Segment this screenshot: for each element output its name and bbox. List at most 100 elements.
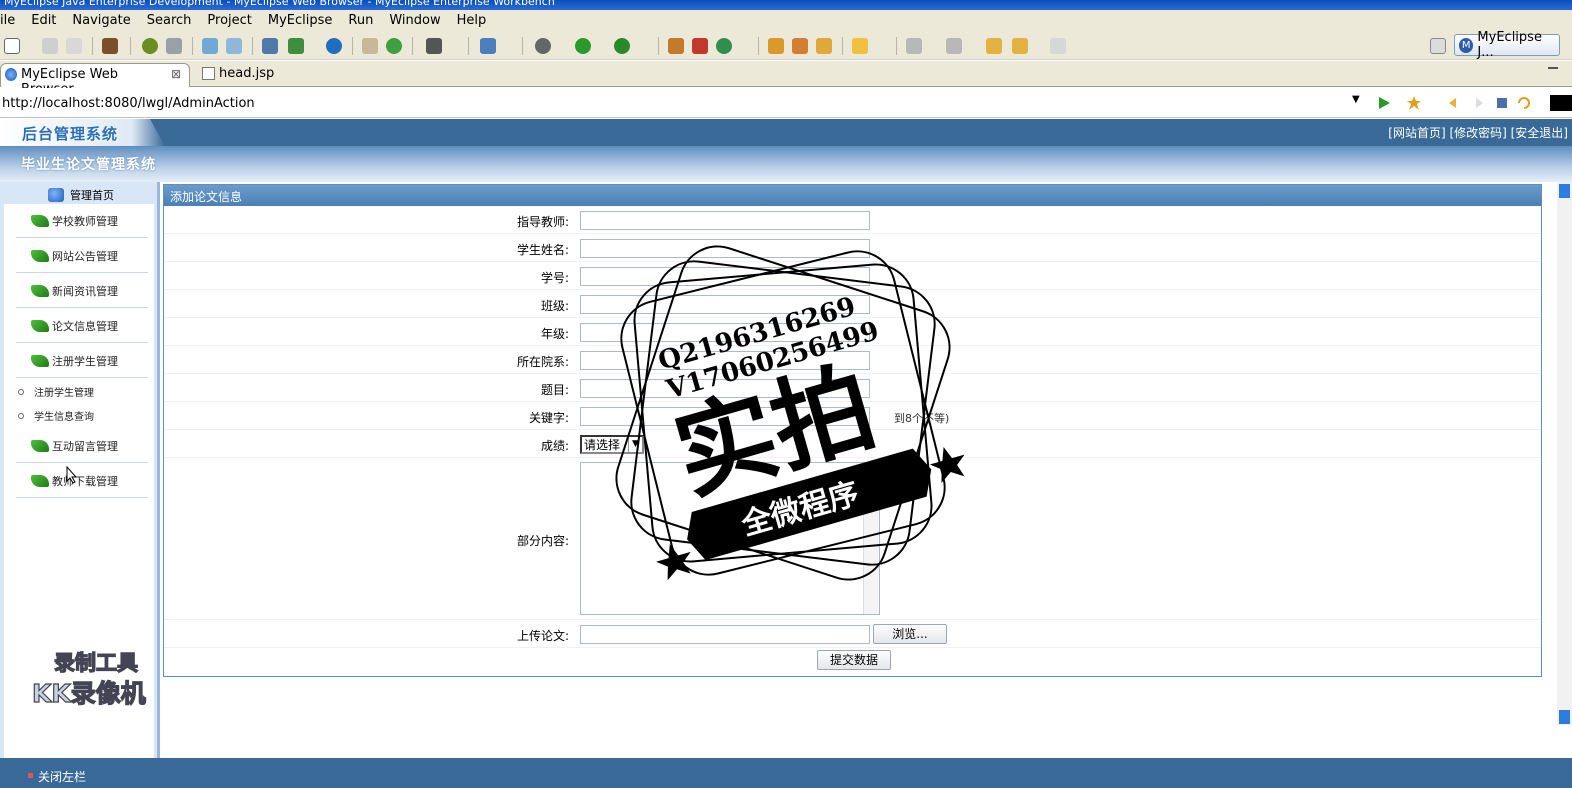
- content-label: 部分内容:: [516, 534, 569, 548]
- perspective-button[interactable]: M MyEclipse J...: [1454, 30, 1560, 60]
- keywords-label: 关键字:: [528, 411, 569, 425]
- menu-navigate[interactable]: Navigate: [64, 13, 138, 28]
- system-name: 毕业生论文管理系统: [21, 157, 156, 173]
- sidebar-subitem-student-query[interactable]: 学生信息查询: [18, 408, 94, 423]
- package-wizard-icon[interactable]: [692, 38, 708, 54]
- watermark-stamp: Q2196316269 V17060256499 实拍 全微程序: [615, 245, 965, 581]
- department-label: 所在院系:: [516, 355, 569, 369]
- search-folder-icon[interactable]: [816, 38, 832, 54]
- camera-icon[interactable]: [426, 38, 442, 54]
- bullet-icon: [18, 412, 24, 419]
- build-icon[interactable]: [288, 38, 304, 54]
- close-icon[interactable]: ⊠: [171, 67, 181, 81]
- tab-head-jsp[interactable]: head.jsp: [198, 63, 294, 87]
- forward-icon[interactable]: [1050, 38, 1066, 54]
- submit-button[interactable]: 提交数据: [817, 650, 891, 670]
- url-input[interactable]: [2, 93, 1364, 113]
- deploy-icon[interactable]: [202, 38, 218, 54]
- print-icon[interactable]: [66, 38, 82, 54]
- open-task-icon[interactable]: [792, 38, 808, 54]
- sidebar-item-label: 注册学生管理: [52, 354, 118, 368]
- open-icon[interactable]: [362, 38, 378, 54]
- top-links[interactable]: [网站首页] [修改密码] [安全退出]: [1388, 124, 1568, 141]
- sidebar-item-notices[interactable]: 网站公告管理: [16, 239, 148, 273]
- sidebar-item-label: 网站公告管理: [52, 249, 118, 263]
- go-icon[interactable]: [1376, 95, 1392, 111]
- mouse-cursor-icon: [66, 466, 78, 484]
- debug-icon[interactable]: [142, 38, 158, 54]
- leaf-icon: [31, 354, 49, 367]
- open-type-icon[interactable]: [768, 38, 784, 54]
- stop-icon[interactable]: [1494, 95, 1510, 111]
- upload-file-input[interactable]: [580, 625, 870, 644]
- sub-banner: 毕业生论文管理系统: [0, 146, 1572, 182]
- admin-logo: 后台管理系统: [22, 125, 119, 143]
- back-icon[interactable]: [1446, 95, 1462, 111]
- back-icon[interactable]: [1012, 38, 1028, 54]
- myeclipse-icon: M: [1459, 37, 1474, 53]
- main-toolbar: M MyEclipse J...: [0, 30, 1572, 60]
- close-sidebar-link[interactable]: 关闭左栏: [38, 768, 86, 785]
- menu-file[interactable]: ile: [0, 13, 23, 28]
- refresh-icon[interactable]: [1516, 95, 1532, 111]
- new-wizard-icon[interactable]: [668, 38, 684, 54]
- menu-myeclipse[interactable]: MyEclipse: [260, 13, 341, 28]
- globe-icon[interactable]: [326, 38, 342, 54]
- sidebar-subitem-student-manage[interactable]: 注册学生管理: [18, 384, 94, 399]
- run-icon[interactable]: [575, 38, 591, 54]
- sidebar-item-teachers[interactable]: 学校教师管理: [16, 204, 148, 238]
- menu-window[interactable]: Window: [381, 13, 448, 28]
- bug-icon[interactable]: [535, 38, 551, 54]
- student-no-label: 学号:: [540, 271, 569, 285]
- scroll-up-icon[interactable]: [1559, 184, 1570, 198]
- sidebar-item-news[interactable]: 新闻资讯管理: [16, 274, 148, 308]
- recorder-line1: 录制工具: [54, 651, 138, 675]
- save-icon[interactable]: [42, 38, 58, 54]
- external-tools-icon[interactable]: [614, 38, 630, 54]
- sidebar-item-label: 互动留言管理: [52, 439, 118, 453]
- sidebar-item-downloads[interactable]: 教师下载管理: [16, 464, 148, 498]
- add-icon[interactable]: [386, 38, 402, 54]
- menu-bar: ile Edit Navigate Search Project MyEclip…: [0, 10, 1572, 31]
- open-perspective-icon[interactable]: [1430, 38, 1446, 54]
- class-wizard-icon[interactable]: [716, 38, 732, 54]
- sidebar-item-students[interactable]: 注册学生管理: [16, 344, 148, 378]
- menu-search[interactable]: Search: [139, 13, 200, 28]
- window-titlebar: MyEclipse Java Enterprise Development - …: [0, 0, 1572, 10]
- new-icon[interactable]: [4, 38, 20, 54]
- console-icon[interactable]: [1550, 95, 1572, 111]
- server-icon[interactable]: [166, 38, 182, 54]
- last-edit-icon[interactable]: [986, 38, 1002, 54]
- scroll-down-icon[interactable]: [1559, 710, 1570, 724]
- undeploy-icon[interactable]: [226, 38, 242, 54]
- forward-icon[interactable]: [1470, 95, 1486, 111]
- folder-icon[interactable]: [852, 38, 868, 54]
- new-class-icon[interactable]: [480, 38, 496, 54]
- package-icon[interactable]: [102, 38, 118, 54]
- student-name-label: 学生姓名:: [516, 243, 569, 257]
- next-annotation-icon[interactable]: [906, 38, 922, 54]
- page-scrollbar[interactable]: [1557, 182, 1572, 725]
- hierarchy-icon[interactable]: [262, 38, 278, 54]
- sidebar-item-messages[interactable]: 互动留言管理: [16, 429, 148, 463]
- prev-annotation-icon[interactable]: [946, 38, 962, 54]
- tab-web-browser[interactable]: MyEclipse Web Browser ⊠: [0, 63, 190, 97]
- window-title: MyEclipse Java Enterprise Development - …: [4, 0, 555, 8]
- minimize-icon[interactable]: [1548, 67, 1558, 69]
- footer-bar: 关闭左栏: [0, 758, 1572, 788]
- admin-home-link[interactable]: 管理首页: [48, 187, 114, 203]
- menu-run[interactable]: Run: [340, 13, 381, 28]
- browse-button[interactable]: 浏览...: [873, 624, 947, 644]
- sidebar-item-papers[interactable]: 论文信息管理: [16, 309, 148, 343]
- editor-tabs: MyEclipse Web Browser ⊠ head.jsp: [0, 61, 1572, 97]
- leaf-icon: [31, 474, 49, 487]
- menu-help[interactable]: Help: [449, 13, 495, 28]
- topic-label: 题目:: [540, 383, 569, 397]
- favorites-icon[interactable]: [1406, 95, 1422, 111]
- computer-icon: [48, 188, 64, 202]
- menu-project[interactable]: Project: [199, 13, 259, 28]
- leaf-icon: [31, 284, 49, 297]
- chevron-down-icon[interactable]: ▼: [1352, 94, 1360, 105]
- sidebar-item-label: 论文信息管理: [52, 319, 118, 333]
- menu-edit[interactable]: Edit: [23, 13, 64, 28]
